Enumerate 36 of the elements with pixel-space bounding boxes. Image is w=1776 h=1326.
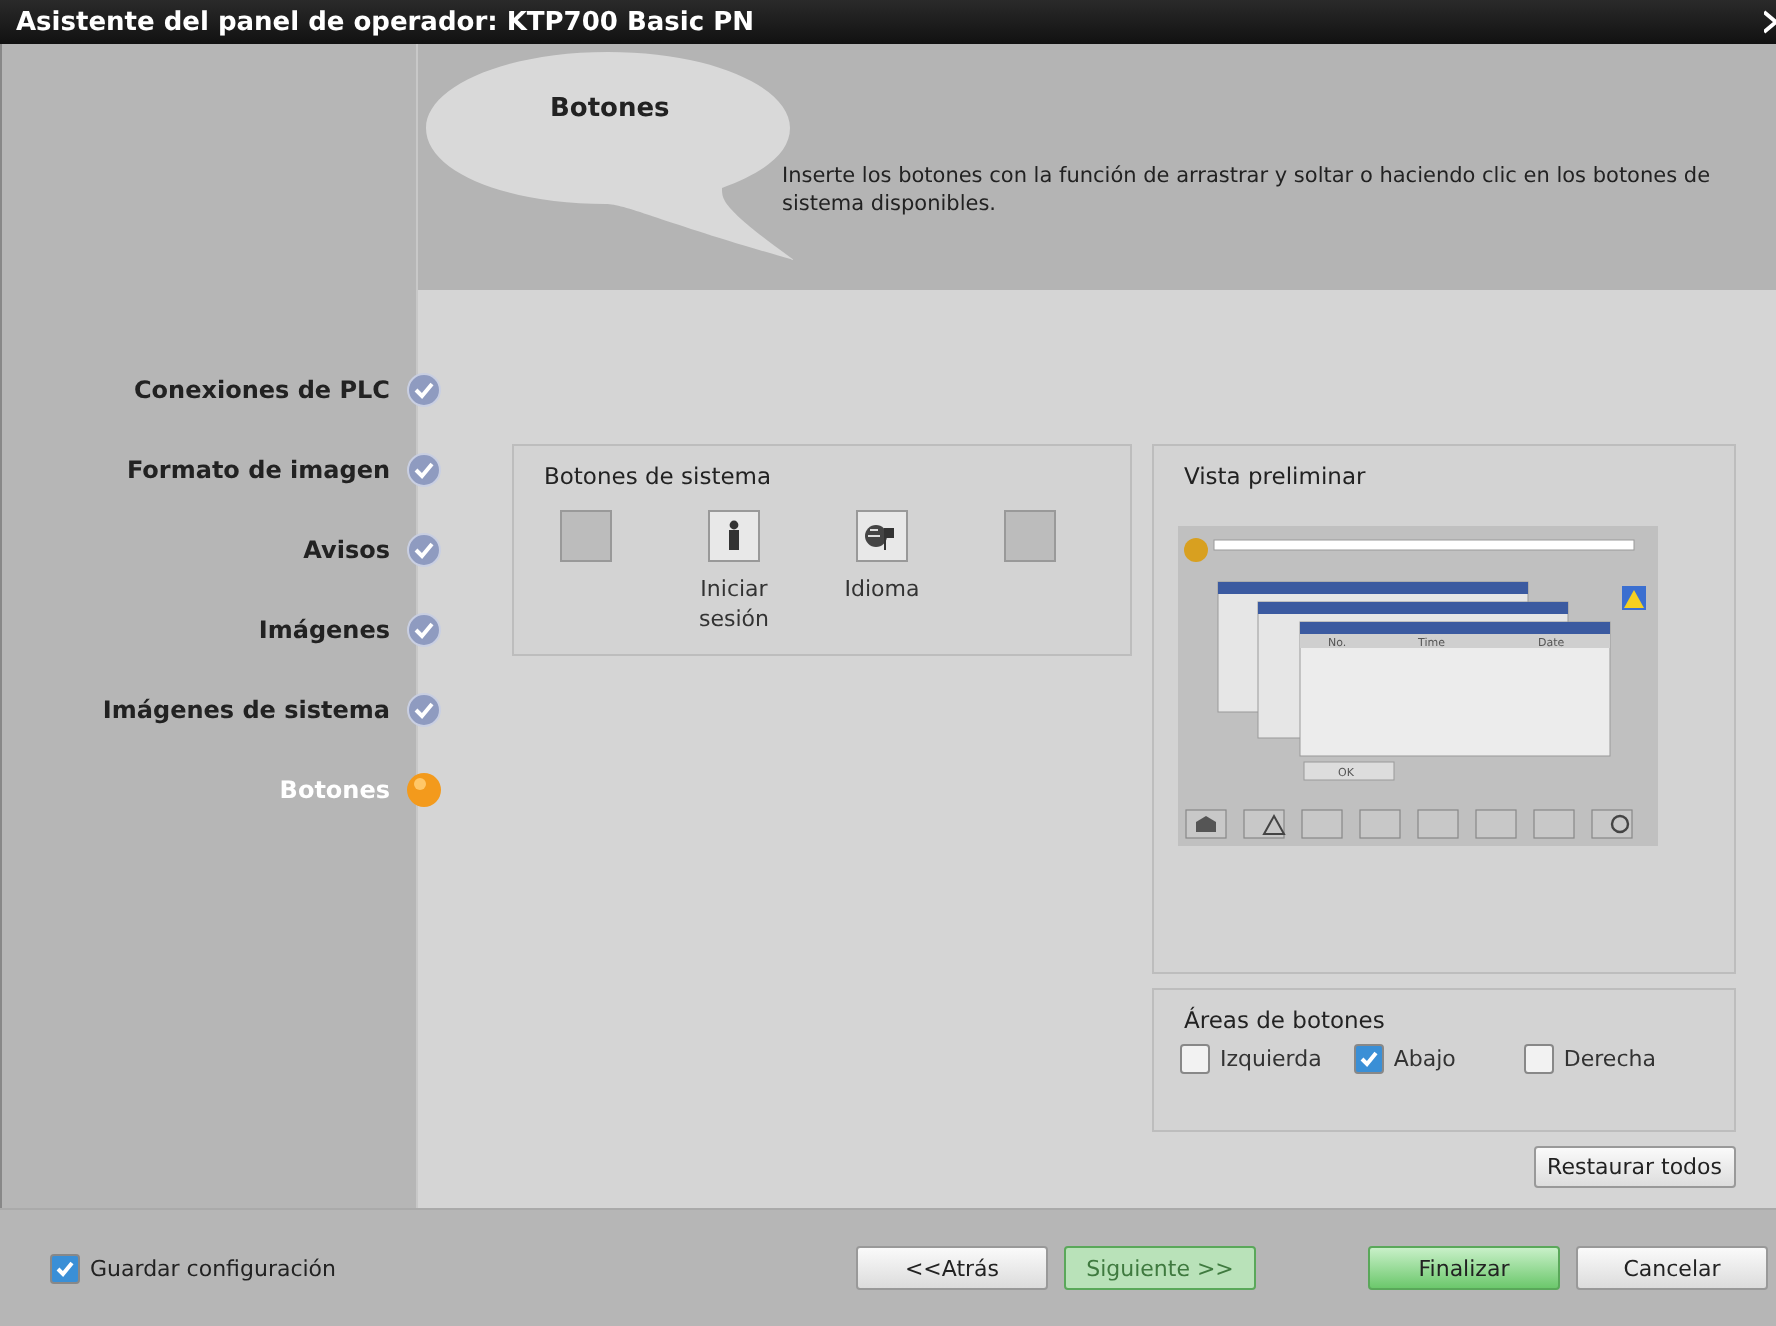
checkbox[interactable] [1353,1044,1384,1074]
nav-button[interactable]: Finalizar [1368,1246,1560,1290]
checkbox[interactable] [1523,1044,1554,1074]
check-icon [406,532,442,568]
system-button-label: Idioma [844,574,920,604]
check-icon [406,612,442,648]
option-label: Abajo [1393,1046,1456,1072]
checkbox[interactable] [50,1253,80,1283]
nav-button[interactable]: <<Atrás [856,1246,1048,1290]
checkmark-icon [1357,1048,1380,1070]
nav-button[interactable]: Cancelar [1576,1246,1768,1290]
check-icon [406,452,442,488]
page-description: Inserte los botones con la función de arrastrar y soltar o haciendo clic en los botones de sistema disponibles. [782,162,1713,220]
system-button-label: Iniciar sesión [699,574,769,634]
window-title: Asistente del panel de operador: KTP700 Basic PN [16,7,754,37]
step-item[interactable]: Avisos [303,536,390,564]
system-button[interactable] [856,510,908,562]
check-icon [406,692,442,728]
step-item[interactable]: Conexiones de PLC [134,376,390,404]
system-button[interactable] [708,510,760,562]
globe-flag-icon [864,522,900,550]
step-item[interactable]: Formato de imagen [126,456,390,484]
panel-title: Áreas de botones [1184,1006,1387,1034]
step-item[interactable]: Imágenes [258,616,390,644]
close-icon[interactable] [1764,10,1776,34]
panel-title: Vista preliminar [1184,462,1368,490]
check-icon [406,372,442,408]
restore-all-button[interactable]: Restaurar todos [1533,1146,1736,1188]
step-item[interactable]: Imágenes de sistema [102,696,390,724]
option-label: Izquierda [1220,1046,1322,1072]
checkbox[interactable] [1180,1044,1210,1074]
save-config-label: Guardar configuración [90,1255,337,1281]
checkmark-icon [54,1257,76,1279]
panel-title: Botones de sistema [544,462,774,490]
page-title: Botones [550,94,670,124]
option-label: Derecha [1563,1046,1656,1072]
